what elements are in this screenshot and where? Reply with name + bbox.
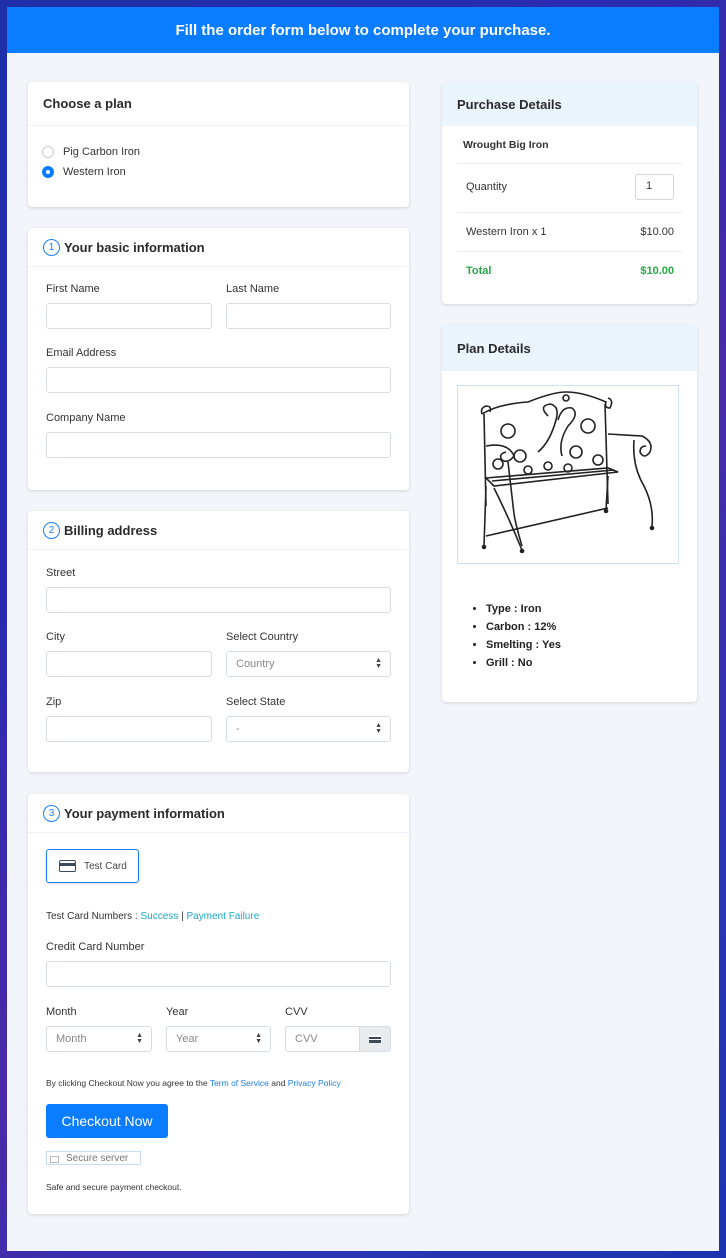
privacy-policy-link[interactable]: Privacy Policy — [288, 1078, 341, 1088]
last-name-label: Last Name — [226, 283, 280, 295]
first-name-input[interactable] — [46, 303, 212, 329]
company-input[interactable] — [46, 432, 391, 458]
payment-card: 3 Your payment information Test Card Tes… — [28, 794, 409, 1214]
radio-unchecked-icon[interactable] — [42, 146, 54, 158]
checkout-now-button[interactable]: Checkout Now — [46, 1104, 168, 1138]
plan-card: Choose a plan Pig Carbon Iron Western Ir… — [28, 82, 409, 207]
basic-info-card: 1 Your basic information First Name Last… — [28, 228, 409, 490]
test-card-button[interactable]: Test Card — [46, 849, 139, 883]
divider — [456, 163, 683, 164]
divider: | — [181, 911, 184, 922]
month-select-value: Month — [56, 1033, 87, 1045]
total-label: Total — [466, 265, 492, 277]
section-title: Your basic information — [64, 239, 205, 255]
plan-option-pig-carbon-iron[interactable]: Pig Carbon Iron — [42, 146, 140, 158]
agreement-and: and — [271, 1078, 286, 1088]
email-input[interactable] — [46, 367, 391, 393]
line-item-name: Western Iron x 1 — [466, 226, 547, 238]
spec-item: Type : Iron — [486, 603, 561, 615]
city-label: City — [46, 631, 65, 643]
payment-title: 3 Your payment information — [28, 794, 409, 833]
cvv-card-icon — [359, 1027, 390, 1051]
quantity-value: 1 — [646, 180, 653, 192]
first-name-label: First Name — [46, 283, 100, 295]
year-label: Year — [166, 1006, 189, 1018]
plan-details-card: Plan Details • Type: Iron • Carbon: 12… — [442, 325, 697, 702]
company-label: Company Name — [46, 412, 126, 424]
plan-option-label: Western Iron — [63, 166, 126, 178]
success-link[interactable]: Success — [140, 911, 178, 922]
secure-server-badge: Secure server — [46, 1151, 141, 1165]
agreement-prefix: By clicking Checkout Now you agree to th… — [46, 1078, 208, 1088]
billing-card: 2 Billing address Street City Select Cou… — [28, 511, 409, 772]
section-title: Your payment information — [64, 805, 225, 821]
street-input[interactable] — [46, 587, 391, 613]
year-select[interactable]: Year ▲ ▼ — [166, 1026, 271, 1052]
iron-bench-illustration — [480, 391, 655, 554]
purchase-details-title: Purchase Details — [442, 82, 697, 126]
card-number-input[interactable] — [46, 961, 391, 987]
page-frame: Fill the order form below to complete yo… — [7, 7, 719, 1251]
test-card-label: Test Card — [84, 860, 127, 872]
plan-option-label: Pig Carbon Iron — [63, 146, 141, 158]
spec-item: Smelting : Yes — [486, 639, 561, 651]
zip-input[interactable] — [46, 716, 212, 742]
total-value: $10.00 — [640, 265, 674, 277]
quantity-input[interactable]: 1 — [635, 174, 674, 200]
spec-item: Grill : No — [486, 657, 561, 669]
divider — [456, 212, 683, 213]
country-select[interactable]: Country ▲ ▼ — [226, 651, 391, 677]
country-label: Select Country — [226, 631, 299, 643]
purchase-details-card: Purchase Details Wrought Big Iron Quanti… — [442, 82, 697, 304]
spec-item: Carbon : 12% — [486, 621, 561, 633]
secure-server-text: Secure server — [66, 1152, 129, 1164]
basic-info-title: 1 Your basic information — [28, 228, 409, 267]
payment-failure-link[interactable]: Payment Failure — [186, 911, 259, 922]
state-select-value: - — [236, 723, 240, 735]
radio-checked-icon[interactable] — [42, 166, 54, 178]
email-label: Email Address — [46, 347, 117, 359]
agreement-text: By clicking Checkout Now you agree to th… — [46, 1078, 341, 1088]
step-number-icon: 1 — [43, 238, 60, 256]
lock-icon — [50, 1156, 59, 1163]
plan-details-title: Plan Details — [442, 325, 697, 371]
year-select-value: Year — [176, 1033, 199, 1045]
product-name: Wrought Big Iron — [463, 139, 549, 151]
plan-option-western-iron[interactable]: Western Iron — [42, 166, 126, 178]
billing-title: 2 Billing address — [28, 511, 409, 550]
page-banner: Fill the order form below to complete yo… — [7, 7, 719, 53]
test-card-numbers: Test Card Numbers : Success | Payment Fa… — [46, 911, 259, 922]
country-select-value: Country — [236, 658, 275, 670]
select-arrows-icon: ▲ ▼ — [136, 1032, 143, 1045]
section-title: Billing address — [64, 522, 158, 538]
city-input[interactable] — [46, 651, 212, 677]
select-arrows-icon: ▲ ▼ — [255, 1032, 262, 1045]
state-select[interactable]: - ▲ ▼ — [226, 716, 391, 742]
plan-card-title: Choose a plan — [28, 82, 409, 126]
step-number-icon: 2 — [43, 521, 60, 539]
zip-label: Zip — [46, 696, 62, 708]
select-arrows-icon: ▲ ▼ — [375, 722, 382, 735]
street-label: Street — [46, 567, 76, 579]
test-numbers-label: Test Card Numbers : — [46, 911, 138, 922]
credit-card-icon — [59, 860, 76, 872]
last-name-input[interactable] — [226, 303, 391, 329]
card-number-label: Credit Card Number — [46, 941, 145, 953]
month-label: Month — [46, 1006, 77, 1018]
safe-checkout-text: Safe and secure payment checkout. — [46, 1182, 182, 1192]
plan-specs-list: Type : Iron Carbon : 12% Smelting : Yes … — [486, 603, 561, 675]
month-select[interactable]: Month ▲ ▼ — [46, 1026, 152, 1052]
step-number-icon: 3 — [43, 804, 60, 822]
quantity-label: Quantity — [466, 181, 507, 193]
cvv-placeholder: CVV — [295, 1033, 318, 1045]
checkout-label: Checkout Now — [61, 1113, 153, 1129]
cvv-input[interactable]: CVV — [285, 1026, 391, 1052]
select-arrows-icon: ▲ ▼ — [375, 657, 382, 670]
terms-of-service-link[interactable]: Term of Service — [210, 1078, 269, 1088]
product-image — [457, 385, 679, 564]
cvv-label: CVV — [285, 1006, 308, 1018]
state-label: Select State — [226, 696, 286, 708]
divider — [456, 251, 683, 252]
line-item-price: $10.00 — [640, 226, 674, 238]
